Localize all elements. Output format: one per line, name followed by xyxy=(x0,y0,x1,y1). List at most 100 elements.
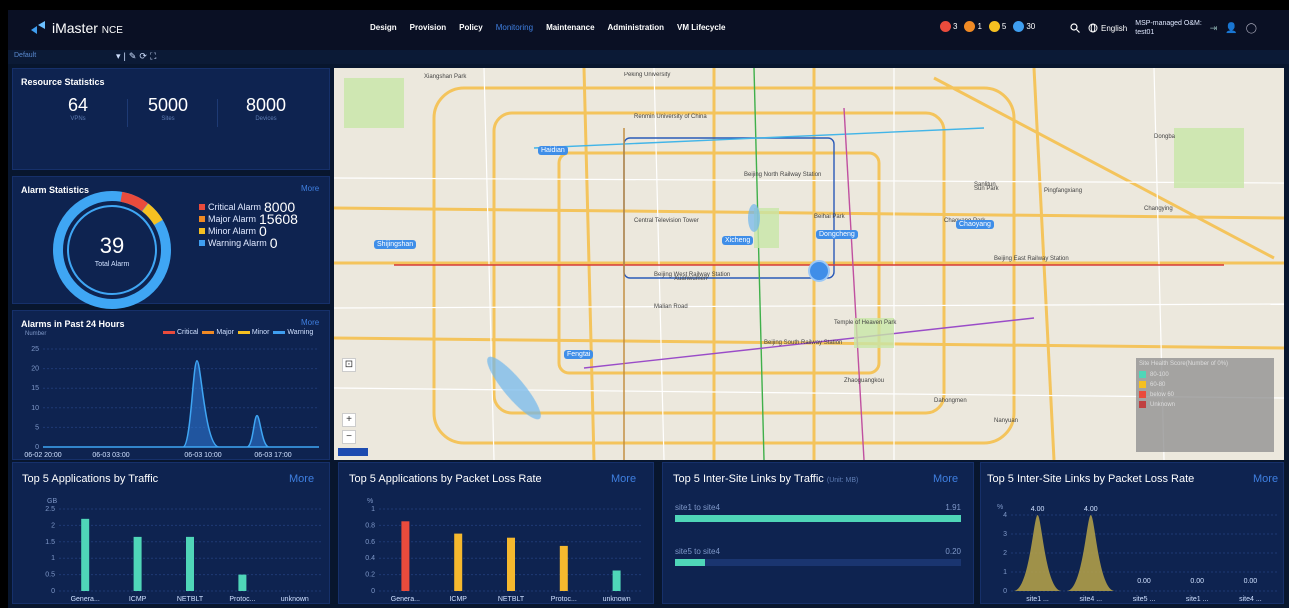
x-tick-label: NETBLT xyxy=(498,596,525,603)
bar[interactable] xyxy=(507,537,515,591)
alarm-badge[interactable]: 3 xyxy=(940,21,957,32)
refresh-icon[interactable]: ⟳ xyxy=(139,51,150,61)
apps-loss-chart: %1 0.8 0.6 0.4 0.2 0 Genera... ICMP NETBLT Protoc… xyxy=(365,498,643,603)
more-link[interactable]: More xyxy=(933,473,958,485)
y-tick-label: 0 xyxy=(35,444,39,451)
bar[interactable] xyxy=(186,536,194,591)
x-tick-label: 06-03 10:00 xyxy=(184,452,221,459)
alarm-badge-count: 3 xyxy=(953,22,958,31)
alarm-badge[interactable]: 30 xyxy=(1013,21,1035,32)
y-tick-label: 2.5 xyxy=(45,506,55,513)
map-place-label: Malian Road xyxy=(654,304,688,310)
y-axis-label: % xyxy=(367,498,373,505)
legend-label: Major Alarm xyxy=(208,214,257,224)
health-label: below 60 xyxy=(1150,391,1175,398)
map-place-label: Beihai Park xyxy=(814,214,845,220)
map-district-label[interactable]: Chaoyang xyxy=(956,220,994,229)
map-place-label: Nanyuan xyxy=(994,418,1019,424)
map-district-label[interactable]: Shijingshan xyxy=(374,240,417,249)
y-tick-label: 2 xyxy=(51,522,55,529)
nav-maintenance[interactable]: Maintenance xyxy=(546,23,594,32)
x-tick-label: 06-02 20:00 xyxy=(24,452,61,459)
map-place-label: Pingfangxiang xyxy=(1044,188,1083,194)
map-place-label: Zhaoguangkou xyxy=(844,378,885,384)
alarm-legend: Critical Alarm 8000 Major Alarm 15608 Minor … xyxy=(199,199,298,251)
legend-label: Minor Alarm xyxy=(208,226,257,236)
health-legend-row: 60-80 xyxy=(1139,381,1271,388)
site-health-legend: Site Health Score(Number of 0%) 80-100 60… xyxy=(1136,358,1274,452)
link-bar-fill[interactable] xyxy=(675,515,961,522)
help-icon[interactable]: ◯ xyxy=(1246,23,1257,34)
bar[interactable] xyxy=(612,570,621,592)
link-bar-fill[interactable] xyxy=(675,559,706,566)
total-alarm-label: Total Alarm xyxy=(94,261,130,268)
bar[interactable] xyxy=(454,533,463,591)
unit-label: (Unit: MB) xyxy=(826,477,859,484)
site-cluster-marker[interactable] xyxy=(808,260,830,282)
bar[interactable] xyxy=(559,545,568,591)
site-map[interactable]: ⊡ + − Site Health Score(Number of 0%) 80… xyxy=(334,68,1284,460)
nav-vm-lifecycle[interactable]: VM Lifecycle xyxy=(677,23,725,32)
map-place-label: Xiangshan Park xyxy=(424,74,467,80)
legend-label: Warning Alarm xyxy=(208,238,267,248)
x-tick-label: Genera... xyxy=(71,596,100,603)
x-tick-label: site5 ... xyxy=(1133,596,1156,603)
zoom-in-button[interactable]: + xyxy=(342,413,356,427)
x-tick-label: NETBLT xyxy=(177,596,204,603)
y-tick-label: 0.4 xyxy=(365,555,375,562)
alarm-badge-count: 30 xyxy=(1026,22,1036,31)
alarm-legend-item[interactable]: Warning Alarm 0 xyxy=(199,235,298,251)
dropdown-icon[interactable]: ▾ xyxy=(116,51,124,61)
y-tick-label: 1 xyxy=(51,555,55,562)
edit-icon[interactable]: ✎ xyxy=(129,51,140,61)
legend-value: 0 xyxy=(269,235,278,251)
legend-swatch xyxy=(199,228,205,234)
map-provider-logo xyxy=(338,448,368,456)
more-link[interactable]: More xyxy=(301,184,319,193)
bar[interactable] xyxy=(133,536,142,591)
language-selector[interactable]: English xyxy=(1088,23,1127,33)
logout-icon[interactable]: ⇥ xyxy=(1210,23,1218,34)
nav-policy[interactable]: Policy xyxy=(459,23,483,32)
warning-series-area xyxy=(43,360,319,448)
y-tick-label: 0.5 xyxy=(45,572,55,579)
tenant-info[interactable]: MSP-managed O&M: test01 xyxy=(1135,19,1202,37)
view-toolbar: Default ▾|✎⟳⛶ xyxy=(8,50,1289,64)
zoom-out-button[interactable]: − xyxy=(342,430,356,444)
map-place-label: Changying xyxy=(1144,206,1173,212)
map-district-label[interactable]: Xicheng xyxy=(722,236,754,245)
fullscreen-icon[interactable]: ⛶ xyxy=(150,51,159,61)
panel-title: Top 5 Inter-Site Links by Traffic (Unit:… xyxy=(673,473,859,485)
nav-administration[interactable]: Administration xyxy=(608,23,664,32)
x-tick-label: site4 ... xyxy=(1080,596,1103,603)
y-tick-label: 0.8 xyxy=(365,522,375,529)
legend-value: 0 xyxy=(259,223,267,239)
y-axis-label: GB xyxy=(47,498,57,505)
x-tick-label: Genera... xyxy=(391,596,420,603)
data-label: 0.00 xyxy=(1190,578,1204,585)
app-frame: iMaster NCE Design Provision Policy Monitor… xyxy=(8,10,1289,608)
search-icon[interactable] xyxy=(1070,23,1080,33)
bar[interactable] xyxy=(81,518,90,591)
app-logo[interactable]: iMaster NCE xyxy=(30,20,123,36)
data-label: 0.00 xyxy=(1137,578,1151,585)
user-icon[interactable]: 👤 xyxy=(1225,23,1237,34)
alarm-badge[interactable]: 5 xyxy=(988,21,1006,32)
y-tick-label: 1 xyxy=(1003,569,1007,576)
map-district-label[interactable]: Dongcheng xyxy=(816,230,858,239)
view-select[interactable]: Default xyxy=(14,52,36,59)
map-layer-button[interactable]: ⊡ xyxy=(342,358,356,372)
nav-design[interactable]: Design xyxy=(370,23,397,32)
health-legend-title: Site Health Score(Number of 0%) xyxy=(1139,361,1229,367)
alarm-legend-item[interactable]: Major Alarm 15608 xyxy=(199,211,298,227)
x-tick-label: Protoc... xyxy=(551,596,577,603)
map-district-label[interactable]: Fengtai xyxy=(564,350,594,359)
map-place-label: Peking University xyxy=(624,72,671,78)
nav-monitoring[interactable]: Monitoring xyxy=(496,23,533,32)
alarm-badge[interactable]: 1 xyxy=(964,21,982,32)
nav-provision[interactable]: Provision xyxy=(410,23,446,32)
bar[interactable] xyxy=(238,574,247,591)
map-place-label: Central Television Tower xyxy=(634,218,699,224)
bar[interactable] xyxy=(401,521,410,591)
map-district-label[interactable]: Haidian xyxy=(538,146,568,155)
